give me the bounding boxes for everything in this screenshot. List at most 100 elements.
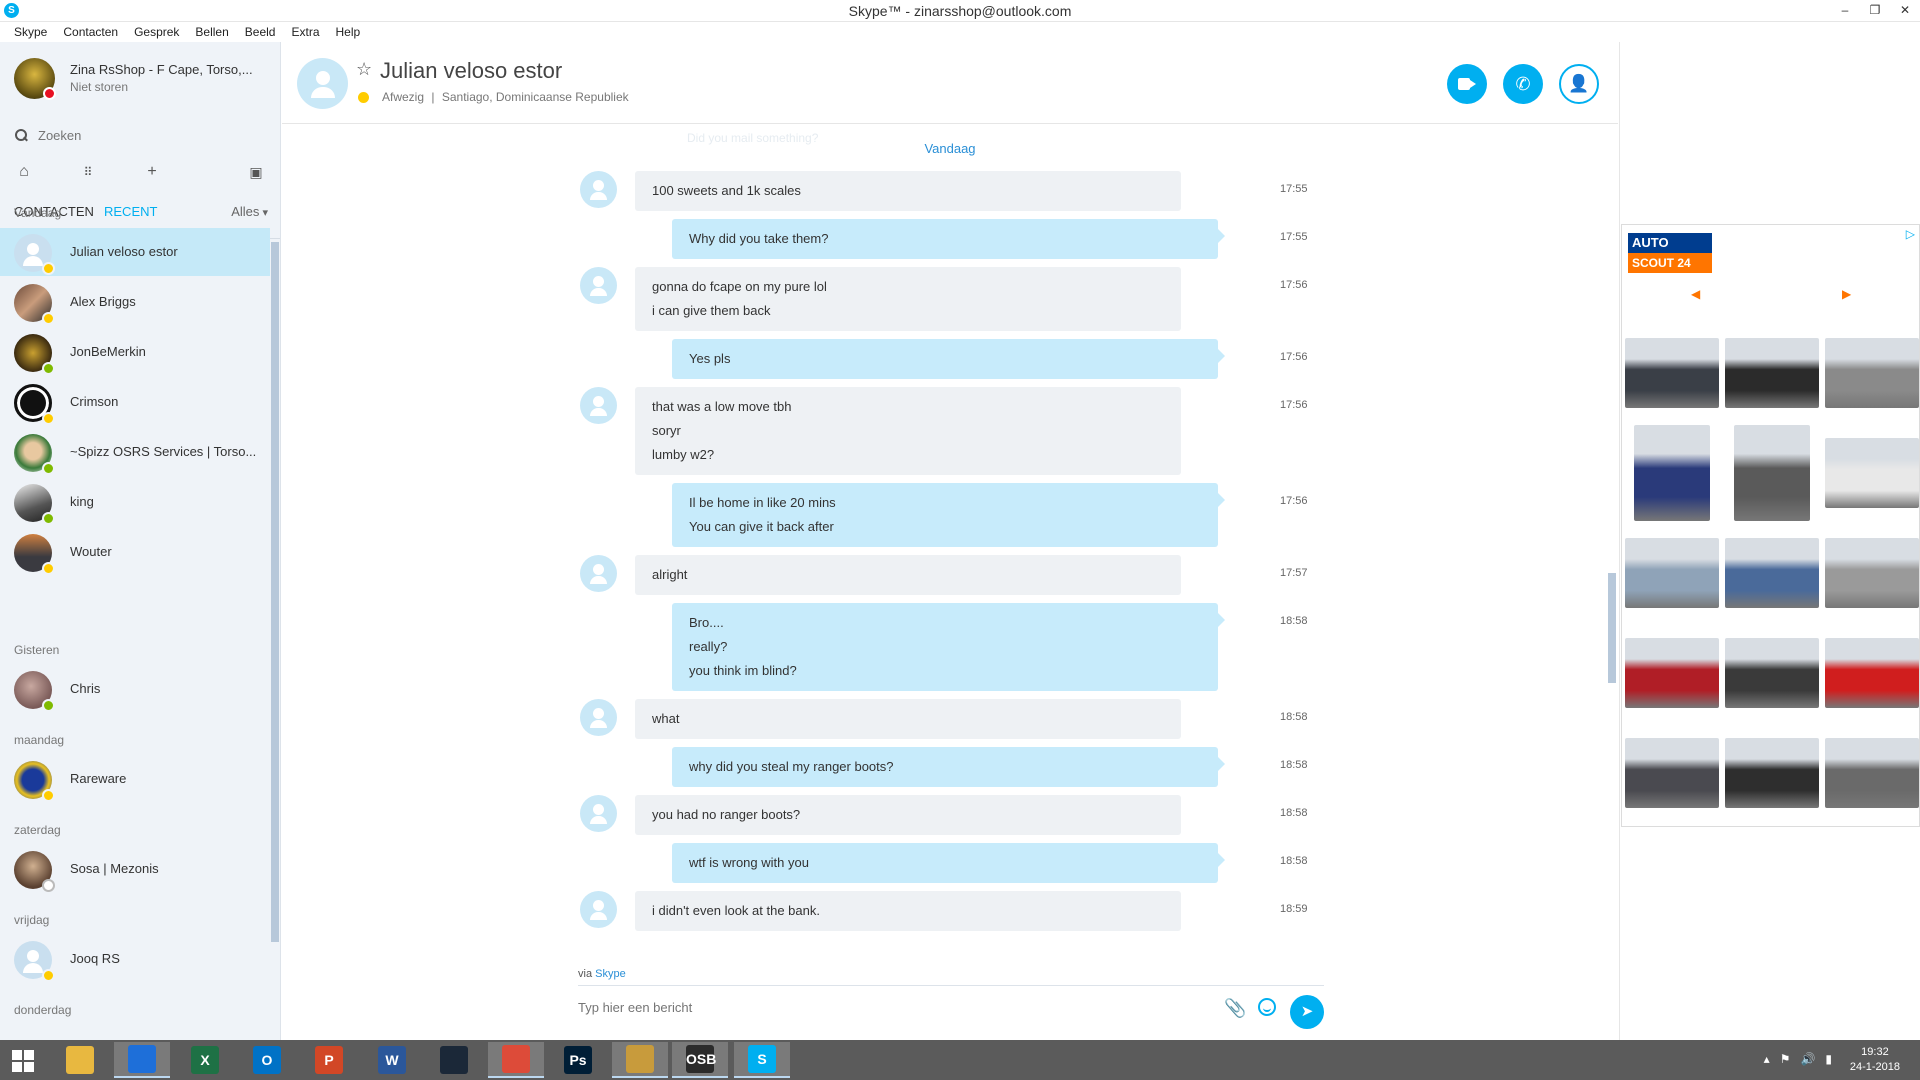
away-status-icon	[42, 789, 55, 802]
filter-dropdown[interactable]: Alles	[231, 204, 268, 219]
message-bubble-outgoing[interactable]: Yes pls	[672, 339, 1225, 379]
contact-card-icon[interactable]: ▣	[246, 162, 266, 182]
ad-prev-arrow-icon[interactable]: ◀	[1691, 287, 1700, 301]
contact-wouter[interactable]: Wouter	[0, 528, 270, 576]
car-thumbnail[interactable]	[1824, 425, 1920, 521]
contact-rareware[interactable]: Rareware	[0, 755, 270, 803]
car-thumbnail[interactable]	[1724, 425, 1820, 521]
home-icon[interactable]: ⌂	[14, 162, 34, 182]
taskbar-item[interactable]	[52, 1042, 108, 1078]
car-thumbnail[interactable]	[1624, 725, 1720, 821]
taskbar-item[interactable]: X	[177, 1042, 233, 1078]
system-tray[interactable]: ▴⚑🔊▮	[1764, 1052, 1842, 1066]
via-skype-link[interactable]: Skype	[595, 968, 626, 980]
restore-button[interactable]: ❐	[1860, 0, 1890, 22]
taskbar-item[interactable]	[114, 1042, 170, 1078]
tab-recent[interactable]: RECENT	[104, 204, 157, 219]
contact-julian[interactable]: Julian veloso estor	[0, 228, 270, 276]
car-thumbnail[interactable]	[1824, 625, 1920, 721]
message-bubble-outgoing[interactable]: why did you steal my ranger boots?	[672, 747, 1225, 787]
message-bubble-incoming[interactable]: i didn't even look at the bank.	[635, 891, 1181, 931]
car-image	[1625, 338, 1719, 408]
autoscout24-logo[interactable]: AUTO SCOUT 24	[1628, 233, 1712, 275]
message-bubble-outgoing[interactable]: Bro.... really? you think im blind?	[672, 603, 1225, 691]
car-thumbnail[interactable]	[1624, 625, 1720, 721]
menu-skype[interactable]: Skype	[6, 22, 55, 42]
search-box[interactable]	[14, 124, 264, 146]
menu-bellen[interactable]: Bellen	[187, 22, 236, 42]
message-input[interactable]	[578, 1000, 1078, 1015]
car-thumbnail[interactable]	[1724, 525, 1820, 621]
message-bubble-incoming[interactable]: what	[635, 699, 1181, 739]
menu-extra[interactable]: Extra	[283, 22, 327, 42]
message-bubble-incoming[interactable]: that was a low move tbh soryr lumby w2?	[635, 387, 1181, 475]
add-icon[interactable]: +	[142, 162, 162, 182]
advertisement[interactable]: AUTO SCOUT 24 ▷ ◀ ▶	[1621, 224, 1920, 827]
car-thumbnail[interactable]	[1624, 325, 1720, 421]
add-people-button[interactable]: 👤	[1559, 64, 1599, 104]
menu-beeld[interactable]: Beeld	[237, 22, 284, 42]
contact-alex[interactable]: Alex Briggs	[0, 278, 270, 326]
taskbar-clock[interactable]: 19:32 24-1-2018	[1850, 1045, 1900, 1075]
taskbar-item[interactable]: W	[364, 1042, 420, 1078]
menu-contacten[interactable]: Contacten	[55, 22, 126, 42]
taskbar-item[interactable]	[426, 1042, 482, 1078]
message-bubble-incoming[interactable]: alright	[635, 555, 1181, 595]
car-image	[1734, 425, 1810, 521]
contact-name: Rareware	[70, 771, 127, 786]
my-status[interactable]: Niet storen	[70, 80, 128, 94]
my-profile[interactable]: Zina RsShop - F Cape, Torso,... Niet sto…	[14, 58, 274, 102]
car-thumbnail[interactable]	[1824, 725, 1920, 821]
contact-sosa[interactable]: Sosa | Mezonis	[0, 845, 270, 893]
menu-bar: Skype Contacten Gesprek Bellen Beeld Ext…	[0, 22, 1920, 42]
taskbar-item[interactable]	[488, 1042, 544, 1078]
taskbar-item[interactable]: OSB	[672, 1042, 728, 1078]
contact-chris[interactable]: Chris	[0, 665, 270, 713]
video-call-button[interactable]	[1447, 64, 1487, 104]
message-bubble-outgoing[interactable]: Il be home in like 20 mins You can give …	[672, 483, 1225, 547]
taskbar-item[interactable]: P	[301, 1042, 357, 1078]
contact-name: king	[70, 494, 94, 509]
message-bubble-incoming[interactable]: gonna do fcape on my pure lol i can give…	[635, 267, 1181, 331]
contact-crimson[interactable]: Crimson	[0, 378, 270, 426]
taskbar-item[interactable]: O	[239, 1042, 295, 1078]
contact-king[interactable]: king	[0, 478, 270, 526]
car-thumbnail[interactable]	[1724, 625, 1820, 721]
message-bubble-incoming[interactable]: you had no ranger boots?	[635, 795, 1181, 835]
car-thumbnail[interactable]	[1624, 525, 1720, 621]
chat-scrollbar[interactable]	[1608, 573, 1616, 683]
ad-next-arrow-icon[interactable]: ▶	[1842, 287, 1851, 301]
photoshop-icon: Ps	[564, 1046, 592, 1074]
emoticon-icon[interactable]	[1258, 998, 1276, 1016]
search-input[interactable]	[38, 127, 238, 143]
car-thumbnail[interactable]	[1724, 325, 1820, 421]
menu-help[interactable]: Help	[328, 22, 369, 42]
taskbar-item[interactable]	[612, 1042, 668, 1078]
message-bubble-outgoing[interactable]: Why did you take them?	[672, 219, 1225, 259]
send-button[interactable]: ➤	[1290, 995, 1324, 1029]
dialpad-icon[interactable]: ⠿	[78, 162, 98, 182]
attach-file-icon[interactable]: 📎	[1224, 998, 1246, 1019]
message-bubble-incoming[interactable]: 100 sweets and 1k scales	[635, 171, 1181, 211]
message-time: 18:59	[1280, 903, 1308, 915]
sidebar-scrollbar[interactable]	[271, 242, 279, 942]
favorite-star-icon[interactable]: ☆	[356, 59, 372, 80]
voice-call-button[interactable]: ✆	[1503, 64, 1543, 104]
contact-spizz[interactable]: ~Spizz OSRS Services | Torso...	[0, 428, 270, 476]
car-thumbnail[interactable]	[1824, 325, 1920, 421]
car-thumbnail[interactable]	[1724, 725, 1820, 821]
contact-jooq[interactable]: Jooq RS	[0, 935, 270, 983]
menu-gesprek[interactable]: Gesprek	[126, 22, 187, 42]
taskbar-item[interactable]: Ps	[550, 1042, 606, 1078]
close-button[interactable]: ✕	[1890, 0, 1920, 22]
contact-avatar[interactable]	[297, 58, 348, 109]
contact-jonbemerkin[interactable]: JonBeMerkin	[0, 328, 270, 376]
car-thumbnail[interactable]	[1624, 425, 1720, 521]
minimize-button[interactable]: –	[1830, 0, 1860, 22]
video-camera-icon	[1458, 78, 1476, 90]
taskbar-item[interactable]: S	[734, 1042, 790, 1078]
message-bubble-outgoing[interactable]: wtf is wrong with you	[672, 843, 1225, 883]
car-thumbnail[interactable]	[1824, 525, 1920, 621]
adchoices-icon[interactable]: ▷	[1906, 227, 1915, 241]
windows-start-icon[interactable]	[12, 1050, 36, 1072]
